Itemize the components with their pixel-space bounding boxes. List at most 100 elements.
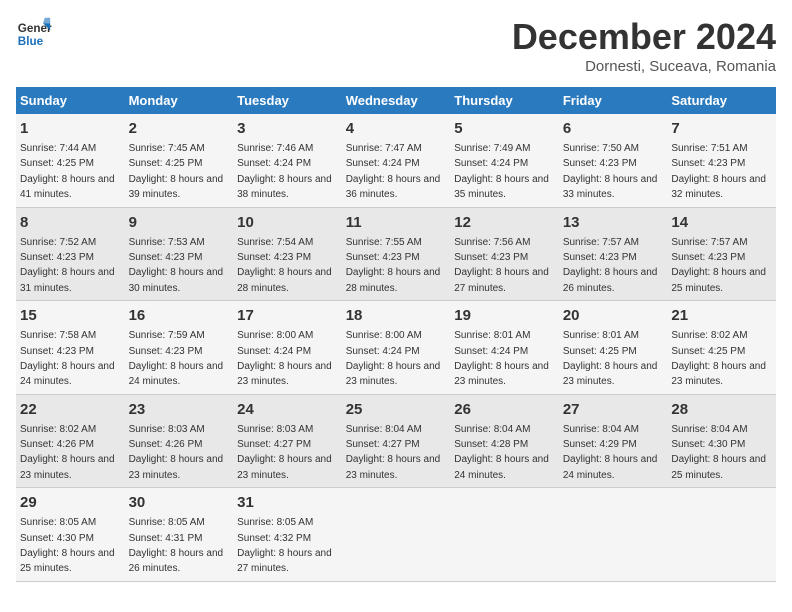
day-info: Sunrise: 8:04 AMSunset: 4:27 PMDaylight:… <box>346 424 441 481</box>
calendar-cell: 6 Sunrise: 7:50 AMSunset: 4:23 PMDayligh… <box>559 114 668 207</box>
week-row-2: 8 Sunrise: 7:52 AMSunset: 4:23 PMDayligh… <box>16 207 776 301</box>
day-number: 3 <box>237 118 338 139</box>
day-number: 23 <box>129 399 230 420</box>
calendar-cell: 12 Sunrise: 7:56 AMSunset: 4:23 PMDaylig… <box>450 207 559 301</box>
month-title: December 2024 <box>512 16 776 58</box>
calendar-cell: 27 Sunrise: 8:04 AMSunset: 4:29 PMDaylig… <box>559 394 668 488</box>
calendar-cell: 5 Sunrise: 7:49 AMSunset: 4:24 PMDayligh… <box>450 114 559 207</box>
calendar-cell: 17 Sunrise: 8:00 AMSunset: 4:24 PMDaylig… <box>233 301 342 395</box>
day-info: Sunrise: 7:49 AMSunset: 4:24 PMDaylight:… <box>454 143 549 200</box>
day-info: Sunrise: 8:03 AMSunset: 4:27 PMDaylight:… <box>237 424 332 481</box>
calendar-cell: 30 Sunrise: 8:05 AMSunset: 4:31 PMDaylig… <box>125 488 234 582</box>
day-number: 20 <box>563 305 664 326</box>
day-number: 17 <box>237 305 338 326</box>
weekday-header-thursday: Thursday <box>450 87 559 114</box>
calendar-cell: 23 Sunrise: 8:03 AMSunset: 4:26 PMDaylig… <box>125 394 234 488</box>
calendar-cell: 4 Sunrise: 7:47 AMSunset: 4:24 PMDayligh… <box>342 114 451 207</box>
day-info: Sunrise: 8:04 AMSunset: 4:30 PMDaylight:… <box>671 424 766 481</box>
calendar-cell <box>342 488 451 582</box>
day-number: 22 <box>20 399 121 420</box>
day-info: Sunrise: 7:55 AMSunset: 4:23 PMDaylight:… <box>346 237 441 294</box>
calendar-table: SundayMondayTuesdayWednesdayThursdayFrid… <box>16 87 776 582</box>
calendar-cell: 11 Sunrise: 7:55 AMSunset: 4:23 PMDaylig… <box>342 207 451 301</box>
calendar-cell: 26 Sunrise: 8:04 AMSunset: 4:28 PMDaylig… <box>450 394 559 488</box>
calendar-cell: 22 Sunrise: 8:02 AMSunset: 4:26 PMDaylig… <box>16 394 125 488</box>
day-number: 4 <box>346 118 447 139</box>
day-number: 9 <box>129 212 230 233</box>
day-info: Sunrise: 8:01 AMSunset: 4:25 PMDaylight:… <box>563 330 658 387</box>
calendar-cell: 21 Sunrise: 8:02 AMSunset: 4:25 PMDaylig… <box>667 301 776 395</box>
day-info: Sunrise: 8:04 AMSunset: 4:28 PMDaylight:… <box>454 424 549 481</box>
calendar-cell: 16 Sunrise: 7:59 AMSunset: 4:23 PMDaylig… <box>125 301 234 395</box>
calendar-cell: 28 Sunrise: 8:04 AMSunset: 4:30 PMDaylig… <box>667 394 776 488</box>
calendar-cell: 29 Sunrise: 8:05 AMSunset: 4:30 PMDaylig… <box>16 488 125 582</box>
day-number: 6 <box>563 118 664 139</box>
day-info: Sunrise: 7:50 AMSunset: 4:23 PMDaylight:… <box>563 143 658 200</box>
calendar-cell: 7 Sunrise: 7:51 AMSunset: 4:23 PMDayligh… <box>667 114 776 207</box>
day-number: 12 <box>454 212 555 233</box>
day-info: Sunrise: 7:57 AMSunset: 4:23 PMDaylight:… <box>671 237 766 294</box>
calendar-cell: 15 Sunrise: 7:58 AMSunset: 4:23 PMDaylig… <box>16 301 125 395</box>
day-info: Sunrise: 8:05 AMSunset: 4:31 PMDaylight:… <box>129 517 224 574</box>
weekday-header-monday: Monday <box>125 87 234 114</box>
day-number: 1 <box>20 118 121 139</box>
day-info: Sunrise: 7:53 AMSunset: 4:23 PMDaylight:… <box>129 237 224 294</box>
weekday-header-row: SundayMondayTuesdayWednesdayThursdayFrid… <box>16 87 776 114</box>
calendar-cell: 1 Sunrise: 7:44 AMSunset: 4:25 PMDayligh… <box>16 114 125 207</box>
week-row-1: 1 Sunrise: 7:44 AMSunset: 4:25 PMDayligh… <box>16 114 776 207</box>
svg-text:Blue: Blue <box>18 35 44 48</box>
day-info: Sunrise: 8:01 AMSunset: 4:24 PMDaylight:… <box>454 330 549 387</box>
day-number: 10 <box>237 212 338 233</box>
calendar-cell: 8 Sunrise: 7:52 AMSunset: 4:23 PMDayligh… <box>16 207 125 301</box>
week-row-3: 15 Sunrise: 7:58 AMSunset: 4:23 PMDaylig… <box>16 301 776 395</box>
day-info: Sunrise: 7:52 AMSunset: 4:23 PMDaylight:… <box>20 237 115 294</box>
day-info: Sunrise: 7:56 AMSunset: 4:23 PMDaylight:… <box>454 237 549 294</box>
day-number: 26 <box>454 399 555 420</box>
calendar-cell: 13 Sunrise: 7:57 AMSunset: 4:23 PMDaylig… <box>559 207 668 301</box>
day-info: Sunrise: 7:58 AMSunset: 4:23 PMDaylight:… <box>20 330 115 387</box>
page-header: General Blue December 2024 Dornesti, Suc… <box>16 16 776 75</box>
day-info: Sunrise: 7:54 AMSunset: 4:23 PMDaylight:… <box>237 237 332 294</box>
day-number: 15 <box>20 305 121 326</box>
day-info: Sunrise: 7:59 AMSunset: 4:23 PMDaylight:… <box>129 330 224 387</box>
day-info: Sunrise: 7:46 AMSunset: 4:24 PMDaylight:… <box>237 143 332 200</box>
calendar-cell: 31 Sunrise: 8:05 AMSunset: 4:32 PMDaylig… <box>233 488 342 582</box>
calendar-cell: 20 Sunrise: 8:01 AMSunset: 4:25 PMDaylig… <box>559 301 668 395</box>
day-number: 30 <box>129 492 230 513</box>
day-number: 13 <box>563 212 664 233</box>
logo: General Blue <box>16 16 52 52</box>
day-number: 7 <box>671 118 772 139</box>
weekday-header-friday: Friday <box>559 87 668 114</box>
day-info: Sunrise: 8:00 AMSunset: 4:24 PMDaylight:… <box>237 330 332 387</box>
day-info: Sunrise: 8:00 AMSunset: 4:24 PMDaylight:… <box>346 330 441 387</box>
week-row-4: 22 Sunrise: 8:02 AMSunset: 4:26 PMDaylig… <box>16 394 776 488</box>
day-number: 5 <box>454 118 555 139</box>
calendar-cell <box>559 488 668 582</box>
day-info: Sunrise: 8:04 AMSunset: 4:29 PMDaylight:… <box>563 424 658 481</box>
calendar-cell: 10 Sunrise: 7:54 AMSunset: 4:23 PMDaylig… <box>233 207 342 301</box>
day-info: Sunrise: 7:44 AMSunset: 4:25 PMDaylight:… <box>20 143 115 200</box>
day-number: 21 <box>671 305 772 326</box>
calendar-cell <box>450 488 559 582</box>
day-info: Sunrise: 8:05 AMSunset: 4:30 PMDaylight:… <box>20 517 115 574</box>
day-number: 18 <box>346 305 447 326</box>
day-number: 14 <box>671 212 772 233</box>
day-info: Sunrise: 8:02 AMSunset: 4:25 PMDaylight:… <box>671 330 766 387</box>
calendar-cell: 2 Sunrise: 7:45 AMSunset: 4:25 PMDayligh… <box>125 114 234 207</box>
calendar-cell: 18 Sunrise: 8:00 AMSunset: 4:24 PMDaylig… <box>342 301 451 395</box>
location: Dornesti, Suceava, Romania <box>512 58 776 75</box>
calendar-cell: 3 Sunrise: 7:46 AMSunset: 4:24 PMDayligh… <box>233 114 342 207</box>
weekday-header-saturday: Saturday <box>667 87 776 114</box>
calendar-cell: 25 Sunrise: 8:04 AMSunset: 4:27 PMDaylig… <box>342 394 451 488</box>
day-number: 25 <box>346 399 447 420</box>
day-info: Sunrise: 7:57 AMSunset: 4:23 PMDaylight:… <box>563 237 658 294</box>
logo-icon: General Blue <box>16 16 52 52</box>
calendar-cell: 19 Sunrise: 8:01 AMSunset: 4:24 PMDaylig… <box>450 301 559 395</box>
day-number: 2 <box>129 118 230 139</box>
day-info: Sunrise: 7:51 AMSunset: 4:23 PMDaylight:… <box>671 143 766 200</box>
day-info: Sunrise: 8:05 AMSunset: 4:32 PMDaylight:… <box>237 517 332 574</box>
day-number: 16 <box>129 305 230 326</box>
day-number: 8 <box>20 212 121 233</box>
calendar-cell: 9 Sunrise: 7:53 AMSunset: 4:23 PMDayligh… <box>125 207 234 301</box>
day-number: 28 <box>671 399 772 420</box>
